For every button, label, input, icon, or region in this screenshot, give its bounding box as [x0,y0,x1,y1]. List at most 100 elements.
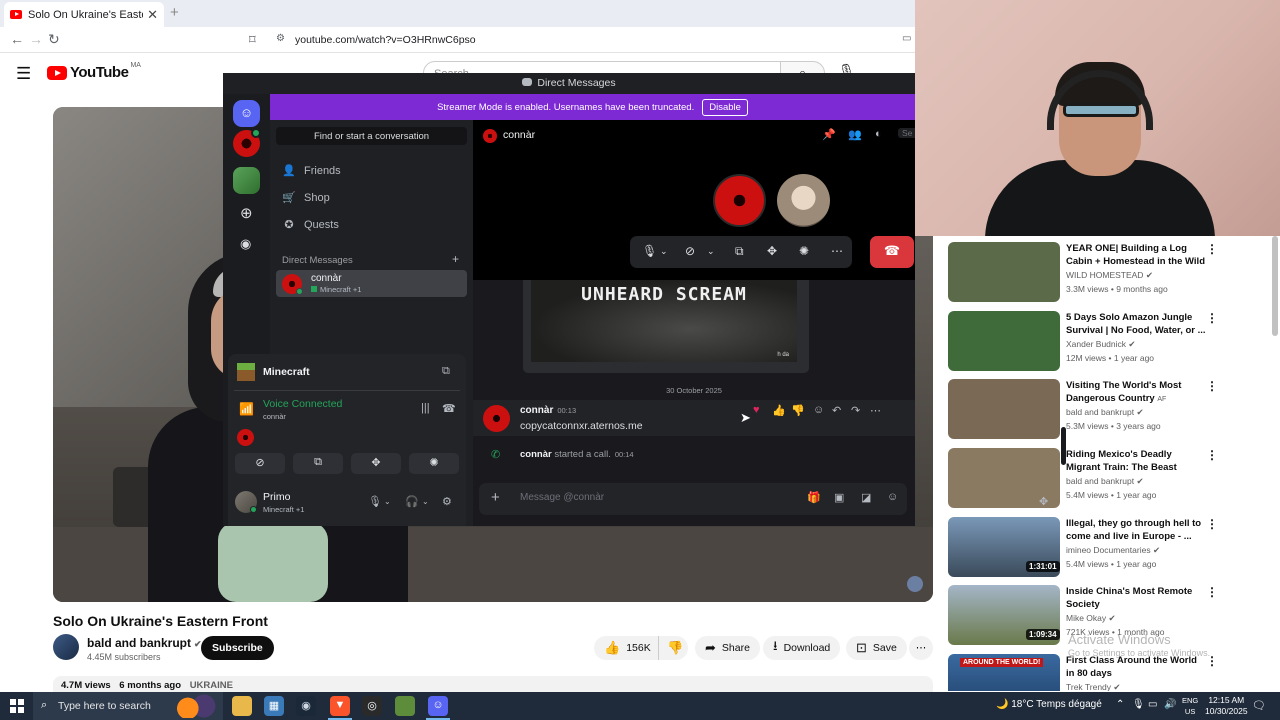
rec-title[interactable]: Riding Mexico's Deadly Migrant Train: Th… [1066,448,1206,474]
message-author[interactable]: connàr 00:13 [520,405,576,416]
soundboard-icon[interactable]: ✺ [799,244,809,258]
back-icon[interactable]: ← [10,31,24,47]
browser-tab[interactable]: Solo On Ukraine's Eastern Front ✕ [4,2,164,27]
reaction-icon[interactable]: ♥ [753,404,760,416]
page-scrollbar[interactable] [1272,236,1278,336]
url-field[interactable]: youtube.com/watch?v=O3HRnwC6pso [295,34,476,46]
windows-start-icon[interactable] [10,699,24,713]
network-icon[interactable]: ▭ [1148,699,1157,710]
apps-icon[interactable]: ✥ [1039,495,1048,508]
share-screen-button[interactable]: ⧉ [293,453,343,474]
rec-thumbnail[interactable] [948,311,1060,371]
end-call-button[interactable]: ☎ [870,236,914,268]
halloween-search-highlight-icon[interactable] [174,694,220,718]
recommendation-item[interactable]: 1:31:01 Illegal, they go through hell to… [948,517,1268,583]
chat-scrollbar[interactable] [1061,427,1066,465]
find-conversation-button[interactable]: Find or start a conversation [276,127,467,145]
cast-icon[interactable]: ▭ [902,33,911,44]
emoji-icon[interactable]: ☺ [887,491,898,503]
recommendation-item[interactable]: Riding Mexico's Deadly Migrant Train: Th… [948,448,1268,514]
profile-icon[interactable]: ◐ [875,128,882,140]
language-indicator[interactable]: ENG US [1182,695,1198,717]
explore-icon[interactable]: ◉ [240,236,251,252]
create-dm-icon[interactable]: + [452,252,459,266]
clock[interactable]: 12:15 AM 10/30/2025 [1205,695,1248,717]
soundboard-button[interactable]: ✺ [409,453,459,474]
message[interactable]: connàr 00:13 copycatconnxr.aternos.me ♥ 👍… [473,400,915,436]
calculator-icon[interactable]: ▦ [264,696,284,716]
rec-thumbnail[interactable]: AROUND THE WORLD! [948,654,1060,691]
channel-name[interactable]: bald and bankrupt ✔ [87,636,202,650]
notification-center-icon[interactable]: 🗨 [1252,699,1266,712]
channel-avatar[interactable] [53,634,79,660]
add-attachment-icon[interactable]: + [491,489,500,506]
voice-status[interactable]: Voice Connected [263,398,342,410]
reload-icon[interactable]: ↻ [48,31,60,48]
dislike-button[interactable]: 👎 [658,636,688,660]
download-button[interactable]: ⭳ Download [763,636,841,660]
save-button[interactable]: ⊡ Save [846,636,907,660]
add-friend-icon[interactable]: 👥 [848,128,862,141]
disable-button[interactable]: Disable [702,98,748,116]
obs-icon[interactable]: ◎ [362,696,382,716]
voice-participant-avatar[interactable] [237,429,254,446]
rec-title[interactable]: Inside China's Most Remote Society [1066,585,1206,611]
reply-icon[interactable]: ↶ [832,404,841,417]
brave-browser-icon[interactable]: ▼ [330,696,350,716]
bookmark-icon[interactable]: ⌑ [249,32,256,48]
camera-off-icon[interactable]: ⊘ [685,244,695,258]
rec-title[interactable]: Visiting The World's Most Dangerous Coun… [1066,379,1206,406]
dm-item[interactable]: connàr Minecraft +1 [276,270,467,297]
forward-icon[interactable]: ↷ [851,404,860,417]
headphones-icon[interactable]: 🎧 [405,495,419,508]
rec-more-icon[interactable]: ⋮ [1206,379,1218,393]
pin-icon[interactable]: 📌 [822,128,836,141]
activities-icon[interactable]: ✥ [767,244,777,258]
rec-title[interactable]: Illegal, they go through hell to come an… [1066,517,1206,543]
youtube-logo[interactable]: YouTube MA [47,62,141,81]
screen-share-icon[interactable]: ⧉ [442,365,450,378]
screen-share-icon[interactable]: ⧉ [735,244,744,259]
forward-icon[interactable]: → [29,31,43,47]
embed-thumbnail[interactable]: UNHEARD SCREAM h da [531,280,797,362]
share-button[interactable]: ➦ Share [695,636,760,660]
microphone-icon[interactable]: 🎙 [642,244,657,258]
add-reaction-icon[interactable]: ☺ [813,404,824,416]
mic-options-chevron-icon[interactable]: ⌄ [384,497,391,506]
microphone-tray-icon[interactable]: 🎙 [1132,699,1145,710]
audio-options-chevron-icon[interactable]: ⌄ [422,497,429,506]
chat-title[interactable]: connàr [503,129,535,141]
new-tab-button[interactable]: + [170,4,179,21]
system-author[interactable]: connàr [520,449,552,460]
minecraft-server-icon[interactable] [233,167,260,194]
rec-title[interactable]: YEAR ONE| Building a Log Cabin + Homeste… [1066,242,1206,268]
hamburger-menu-icon[interactable]: ☰ [16,64,31,84]
discord-taskbar-icon[interactable]: ☺ [428,696,448,716]
channel-watermark-icon[interactable] [907,576,923,592]
activities-button[interactable]: ✥ [351,453,401,474]
nav-friends[interactable]: 👤 Friends [282,164,341,178]
video-embed[interactable]: UNHEARD SCREAM h da [523,280,809,373]
call-participant-avatar[interactable] [713,174,766,227]
volume-icon[interactable]: 🔊 [1164,699,1176,710]
recommendation-item[interactable]: 5 Days Solo Amazon Jungle Survival | No … [948,311,1268,377]
disconnect-icon[interactable]: ☎ [442,402,456,415]
minecraft-icon[interactable] [395,696,415,716]
chevron-down-icon[interactable]: ⌄ [707,246,715,257]
site-info-icon[interactable]: ⚙ [276,33,285,44]
add-server-icon[interactable]: ⊕ [240,204,253,222]
more-icon[interactable]: ⋯ [831,244,843,258]
subscribe-button[interactable]: Subscribe [201,636,274,660]
discord-home-icon[interactable]: ☺ [233,100,260,127]
rec-title[interactable]: 5 Days Solo Amazon Jungle Survival | No … [1066,311,1206,337]
more-actions-icon[interactable]: ⋯ [909,636,933,660]
camera-off-button[interactable]: ⊘ [235,453,285,474]
nav-quests[interactable]: ✪ Quests [282,218,338,232]
rec-thumbnail[interactable] [948,242,1060,302]
thumbs-up-icon[interactable]: 👍 [772,404,786,417]
weather-widget[interactable]: 🌙 18°C Temps dégagé [996,699,1102,710]
recommendation-item[interactable]: Visiting The World's Most Dangerous Coun… [948,379,1268,445]
nav-shop[interactable]: 🛒 Shop [282,191,330,205]
gift-icon[interactable]: 🎁 [807,491,821,504]
close-tab-icon[interactable]: ✕ [147,7,158,23]
